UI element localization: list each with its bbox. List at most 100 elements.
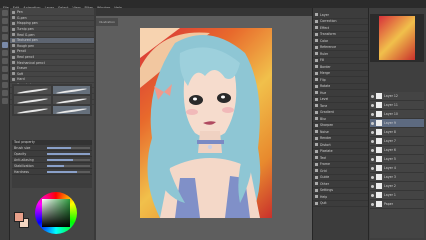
eye-icon[interactable] xyxy=(371,202,374,206)
command-item-label: Gradient xyxy=(320,110,334,115)
layer-row[interactable]: Layer 11 xyxy=(370,101,424,110)
subtool-item-icon xyxy=(12,61,15,65)
eye-icon[interactable] xyxy=(371,94,374,98)
tool-property-slider[interactable] xyxy=(47,146,90,149)
layer-thumbnail xyxy=(376,138,382,144)
canvas-tab-bar: Illustration xyxy=(96,8,312,26)
canvas-tab[interactable]: Illustration xyxy=(96,18,119,26)
subtool-item-icon xyxy=(12,38,15,42)
layer-name: Layer 9 xyxy=(384,121,396,125)
subtool-item-label: Real pencil xyxy=(17,55,35,60)
layer-row[interactable]: Layer 12 xyxy=(370,92,424,101)
layer-row[interactable]: Layer 10 xyxy=(370,110,424,119)
eye-icon[interactable] xyxy=(371,166,374,170)
tool-property-label: Stabilization xyxy=(14,163,34,168)
layer-row[interactable]: Layer 2 xyxy=(370,182,424,191)
brush-preset[interactable] xyxy=(14,86,51,95)
airbrush-tool-icon[interactable] xyxy=(1,66,8,72)
subtool-item-label: G-pen xyxy=(17,15,27,20)
eye-icon[interactable] xyxy=(371,112,374,116)
command-item-label: Other xyxy=(320,181,330,186)
layer-thumbnail xyxy=(376,192,382,198)
command-item-icon xyxy=(315,143,318,147)
command-item-label: Settings xyxy=(320,188,334,193)
command-item-label: Grid xyxy=(320,168,327,173)
eye-icon[interactable] xyxy=(371,193,374,197)
layer-row[interactable]: Layer 9 xyxy=(370,119,424,128)
eye-icon[interactable] xyxy=(371,148,374,152)
layer-thumbnail xyxy=(376,183,382,189)
command-item[interactable]: Quit xyxy=(313,201,369,207)
command-item-label: Tone xyxy=(320,103,328,108)
brush-preset[interactable] xyxy=(53,96,90,105)
pen-tool-icon[interactable] xyxy=(1,42,8,48)
subtool-item-icon xyxy=(12,49,15,53)
tool-property-label: Opacity xyxy=(14,151,27,156)
zoom-tool-icon[interactable] xyxy=(1,18,8,24)
tool-property-slider[interactable] xyxy=(47,164,90,167)
command-item-icon xyxy=(315,19,318,23)
tool-property-slider[interactable] xyxy=(47,158,90,161)
subtool-item-label: Pen xyxy=(17,10,23,15)
layer-name: Layer 6 xyxy=(384,148,396,152)
navigator-thumbnail[interactable] xyxy=(379,16,415,60)
eye-icon[interactable] xyxy=(371,103,374,107)
tool-property-row[interactable]: Hardness xyxy=(12,169,92,175)
eye-icon[interactable] xyxy=(371,157,374,161)
command-item-icon xyxy=(315,45,318,49)
command-item-label: Help xyxy=(320,194,328,199)
subtool-item-icon xyxy=(12,66,15,70)
layer-row[interactable]: Layer 5 xyxy=(370,155,424,164)
eraser-tool-icon[interactable] xyxy=(1,74,8,80)
command-item-label: Quit xyxy=(320,201,327,206)
tool-property-label: Brush size xyxy=(14,145,31,150)
move-tool-icon[interactable] xyxy=(1,10,8,16)
layer-thumbnail xyxy=(376,156,382,162)
text-tool-icon[interactable] xyxy=(1,98,8,104)
layer-name: Layer 1 xyxy=(384,193,396,197)
select-tool-icon[interactable] xyxy=(1,26,8,32)
layer-row[interactable]: Layer 8 xyxy=(370,128,424,137)
command-item-label: Render xyxy=(320,136,332,141)
gradient-tool-icon[interactable] xyxy=(1,90,8,96)
command-item-label: Level xyxy=(320,97,329,102)
layer-name: Layer 4 xyxy=(384,166,396,170)
pencil-tool-icon[interactable] xyxy=(1,50,8,56)
subtool-item-label: Turnip pen xyxy=(17,27,34,32)
subtool-item-label: Mapping pen xyxy=(17,21,38,26)
command-item-label: Effect xyxy=(320,25,330,30)
tool-property-slider[interactable] xyxy=(47,152,90,155)
main-color-swatch[interactable] xyxy=(14,212,24,222)
eye-icon[interactable] xyxy=(371,184,374,188)
artwork-illustration[interactable] xyxy=(140,28,272,218)
command-item-icon xyxy=(315,110,318,114)
layer-row[interactable]: Layer 7 xyxy=(370,137,424,146)
tool-property-slider[interactable] xyxy=(47,170,90,173)
command-item-icon xyxy=(315,91,318,95)
eye-icon[interactable] xyxy=(371,175,374,179)
brush-preset[interactable] xyxy=(53,86,90,95)
menu-bar: FileEditAnimationLayerSelectViewFilterWi… xyxy=(0,0,426,10)
layer-row[interactable]: Layer 4 xyxy=(370,164,424,173)
brush-preset[interactable] xyxy=(14,96,51,105)
layer-thumbnail xyxy=(376,201,382,207)
subtool-item-label: Real G-pen xyxy=(17,32,35,37)
layer-row[interactable]: Layer 6 xyxy=(370,146,424,155)
layer-row[interactable]: Paper xyxy=(370,200,424,209)
fill-tool-icon[interactable] xyxy=(1,82,8,88)
layer-row[interactable]: Layer 1 xyxy=(370,191,424,200)
brush-tool-icon[interactable] xyxy=(1,58,8,64)
layer-name: Layer 12 xyxy=(384,94,398,98)
eyedropper-tool-icon[interactable] xyxy=(1,34,8,40)
command-item-label: Pixelate xyxy=(320,149,333,154)
eye-icon[interactable] xyxy=(371,121,374,125)
layer-row[interactable]: Layer 3 xyxy=(370,173,424,182)
brush-preset[interactable] xyxy=(14,106,51,115)
subtool-item-icon xyxy=(12,21,15,25)
brush-preset[interactable] xyxy=(53,106,90,115)
layer-thumbnail xyxy=(376,147,382,153)
color-saturation-square[interactable] xyxy=(42,199,70,227)
command-item-icon xyxy=(315,39,318,43)
eye-icon[interactable] xyxy=(371,130,374,134)
eye-icon[interactable] xyxy=(371,139,374,143)
